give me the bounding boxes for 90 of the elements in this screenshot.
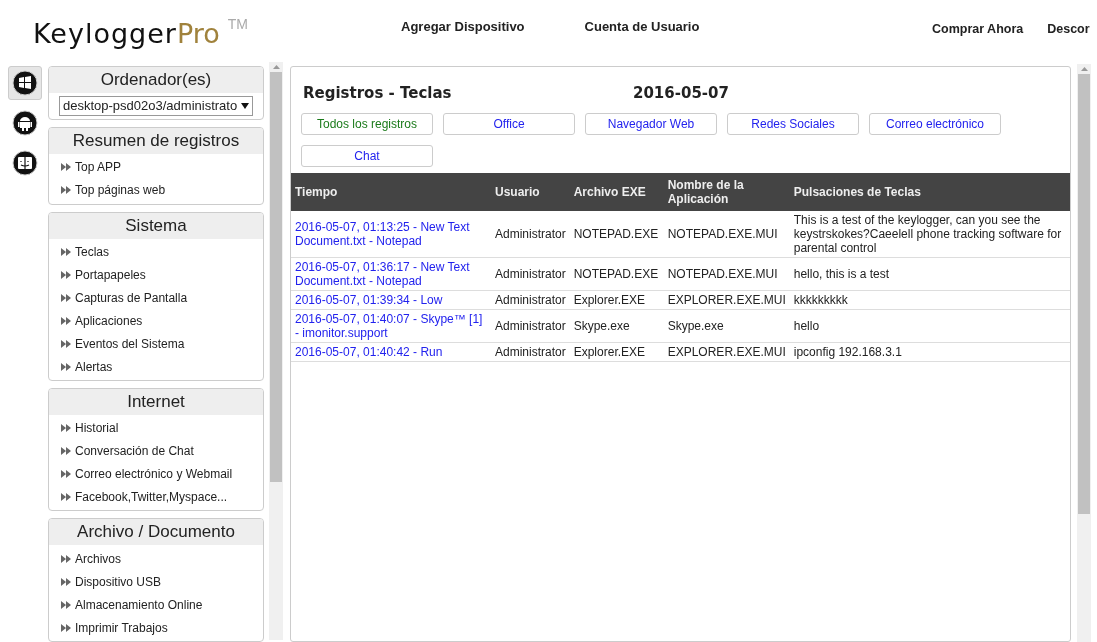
nav-link[interactable]: Agregar Dispositivo bbox=[401, 17, 525, 37]
double-arrow-icon bbox=[61, 554, 71, 563]
table-cell: hello, this is a test bbox=[789, 257, 1070, 291]
windows-icon bbox=[12, 70, 38, 96]
table-cell: Explorer.EXE bbox=[569, 342, 664, 362]
double-arrow-icon bbox=[61, 600, 71, 609]
table-cell: NOTEPAD.EXE.MUI bbox=[663, 257, 790, 291]
double-arrow-icon bbox=[61, 186, 71, 195]
double-arrow-icon bbox=[61, 447, 71, 456]
double-arrow-icon bbox=[61, 271, 71, 280]
log-link[interactable]: 2016-05-07, 01:39:34 - Low bbox=[291, 290, 491, 310]
scroll-up-arrow-icon[interactable] bbox=[272, 65, 280, 69]
main-scrollbar[interactable] bbox=[1077, 64, 1091, 642]
filter-button[interactable]: Todos los registros bbox=[301, 113, 433, 135]
page-title: Registros - Teclas bbox=[303, 83, 453, 104]
table-cell: Skype.exe bbox=[663, 309, 790, 343]
double-arrow-icon bbox=[61, 340, 71, 349]
platform-tab[interactable] bbox=[8, 66, 42, 100]
double-arrow-icon bbox=[61, 163, 71, 172]
sidebar-item[interactable]: Portapapeles bbox=[61, 263, 263, 287]
sidebar-item[interactable]: Eventos del Sistema bbox=[61, 332, 263, 356]
panel-title: Internet bbox=[49, 388, 263, 415]
table-cell: Administrator bbox=[491, 342, 570, 362]
nav-link[interactable]: Descor bbox=[1047, 20, 1090, 39]
double-arrow-icon bbox=[61, 317, 71, 326]
filter-button[interactable]: Office bbox=[443, 113, 575, 135]
sidebar-item[interactable]: Teclas bbox=[61, 240, 263, 264]
android-icon bbox=[12, 110, 38, 136]
filter-button[interactable]: Redes Sociales bbox=[727, 113, 859, 135]
table-cell: Administrator bbox=[491, 290, 570, 310]
double-arrow-icon bbox=[61, 493, 71, 502]
filter-button[interactable]: Navegador Web bbox=[585, 113, 717, 135]
panel-title: Sistema bbox=[49, 212, 263, 239]
sidebar-item[interactable]: Aplicaciones bbox=[61, 309, 263, 333]
log-link[interactable]: 2016-05-07, 01:13:25 - New Text Document.txt - Notepad bbox=[291, 211, 491, 258]
nav-link[interactable]: Comprar Ahora bbox=[932, 20, 1024, 39]
column-header: Archivo EXE bbox=[569, 173, 664, 211]
double-arrow-icon bbox=[61, 424, 71, 433]
finder-icon bbox=[12, 150, 38, 176]
column-header: Usuario bbox=[491, 173, 570, 211]
filter-button[interactable]: Chat bbox=[301, 145, 433, 167]
sidebar-item[interactable]: Top páginas web bbox=[61, 178, 263, 202]
column-header: Nombre de la Aplicación bbox=[663, 173, 790, 211]
panel-title: Ordenador(es) bbox=[49, 67, 263, 93]
scroll-up-arrow-icon[interactable] bbox=[1080, 67, 1088, 71]
table-cell: This is a test of the keylogger, can you see the keystrskokes?Caeelell phone tracking software for parental control bbox=[789, 211, 1070, 258]
log-link[interactable]: 2016-05-07, 01:40:42 - Run bbox=[291, 342, 491, 362]
log-link[interactable]: 2016-05-07, 01:40:07 - Skype™ [1] - imonitor.support bbox=[291, 309, 491, 343]
table-cell: Administrator bbox=[491, 211, 570, 258]
double-arrow-icon bbox=[61, 470, 71, 479]
filter-button[interactable]: Correo electrónico bbox=[869, 113, 1001, 135]
column-header: Pulsaciones de Teclas bbox=[789, 173, 1070, 211]
table-cell: Explorer.EXE bbox=[569, 290, 664, 310]
table-cell: Skype.exe bbox=[569, 309, 664, 343]
computer-dropdown[interactable]: desktop-psd02o3/administrato bbox=[59, 96, 253, 116]
logo: KeyloggerPro TM bbox=[33, 15, 249, 51]
double-arrow-icon bbox=[61, 294, 71, 303]
sidebar-item[interactable]: Historial bbox=[61, 416, 263, 440]
table-cell: hello bbox=[789, 309, 1070, 343]
double-arrow-icon bbox=[61, 577, 71, 586]
sidebar-item[interactable]: Conversación de Chat bbox=[61, 439, 263, 463]
log-link[interactable]: 2016-05-07, 01:36:17 - New Text Document.txt - Notepad bbox=[291, 257, 491, 291]
panel-title: Resumen de registros bbox=[49, 127, 263, 154]
table-cell: ipconfig 192.168.3.1 bbox=[789, 342, 1070, 362]
table-cell: NOTEPAD.EXE bbox=[569, 257, 664, 291]
sidebar-item[interactable]: Imprimir Trabajos bbox=[61, 616, 263, 640]
double-arrow-icon bbox=[61, 623, 71, 632]
sidebar-item[interactable]: Dispositivo USB bbox=[61, 570, 263, 594]
dropdown-caret-icon bbox=[241, 103, 249, 109]
panel-title: Archivo / Documento bbox=[49, 519, 263, 546]
sidebar-item[interactable]: Alertas bbox=[61, 355, 263, 379]
sidebar-item[interactable]: Almacenamiento Online bbox=[61, 593, 263, 617]
table-cell: Administrator bbox=[491, 257, 570, 291]
double-arrow-icon bbox=[61, 363, 71, 372]
table-cell: NOTEPAD.EXE bbox=[569, 211, 664, 258]
table-cell: NOTEPAD.EXE.MUI bbox=[663, 211, 790, 258]
date-label: 2016-05-07 bbox=[633, 83, 729, 104]
sidebar-item[interactable]: Capturas de Pantalla bbox=[61, 286, 263, 310]
table-cell: EXPLORER.EXE.MUI bbox=[663, 290, 790, 310]
sidebar-item[interactable]: Correo electrónico y Webmail bbox=[61, 462, 263, 486]
table-cell: kkkkkkkkk bbox=[789, 290, 1070, 310]
sidebar-item[interactable]: Facebook,Twitter,Myspace... bbox=[61, 485, 263, 509]
sidebar-item[interactable]: Archivos bbox=[61, 547, 263, 571]
table-cell: Administrator bbox=[491, 309, 570, 343]
sidebar-item[interactable]: Top APP bbox=[61, 155, 263, 179]
sidebar-scrollbar[interactable] bbox=[269, 62, 283, 640]
nav-link[interactable]: Cuenta de Usuario bbox=[584, 17, 700, 37]
table-cell: EXPLORER.EXE.MUI bbox=[663, 342, 790, 362]
double-arrow-icon bbox=[61, 248, 71, 257]
column-header: Tiempo bbox=[291, 173, 491, 211]
